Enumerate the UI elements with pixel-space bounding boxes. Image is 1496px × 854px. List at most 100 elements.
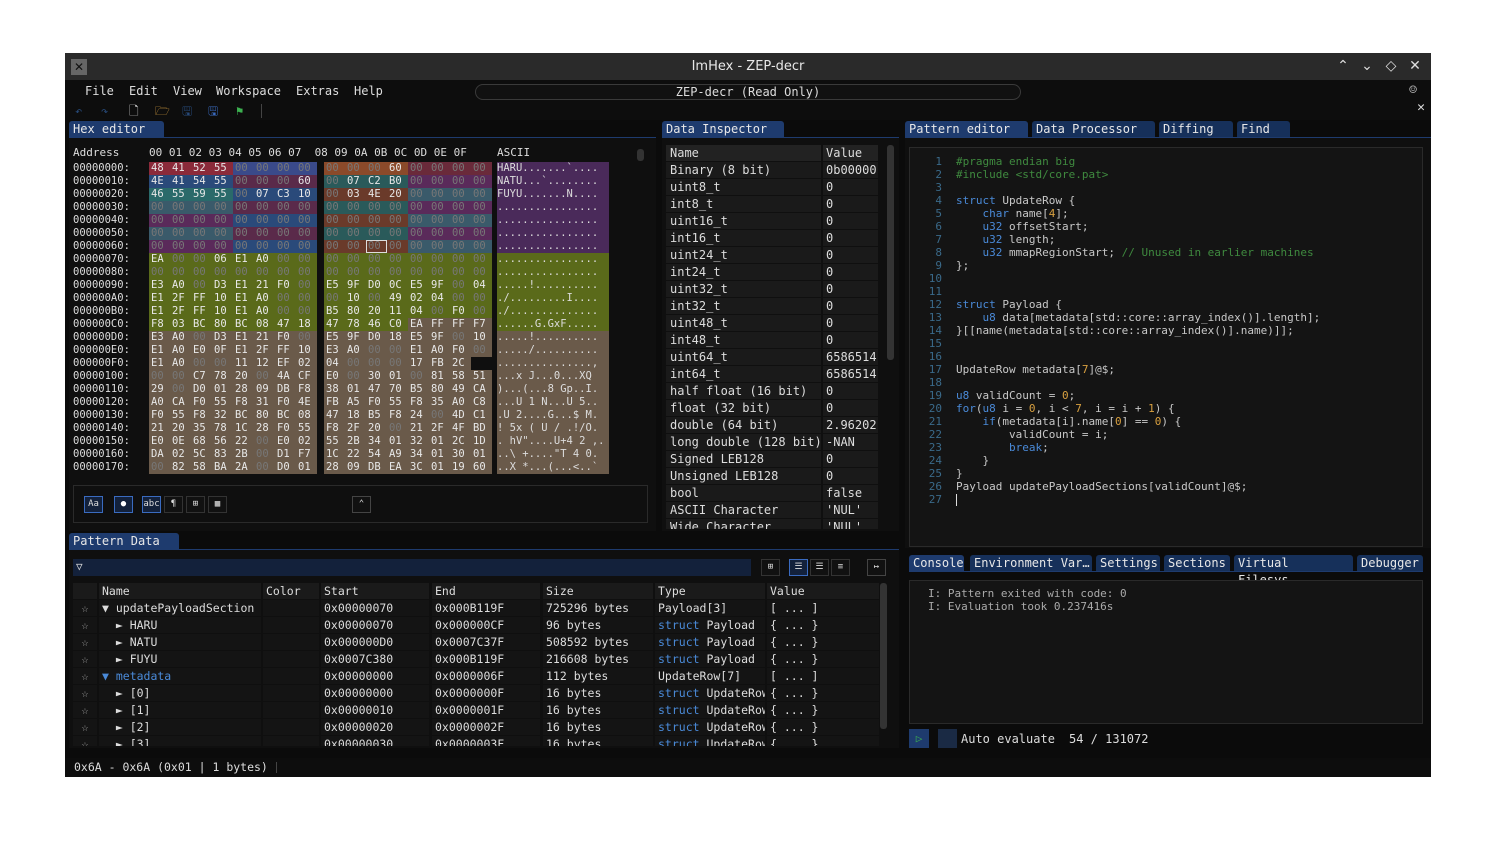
- hex-byte[interactable]: 00: [233, 175, 254, 188]
- pattern-row[interactable]: ☆ ▼ metadata 0x00000000 0x0000006F 112 bytes…: [73, 668, 879, 685]
- hex-byte[interactable]: 00: [191, 279, 212, 292]
- hex-byte[interactable]: 00: [408, 162, 429, 175]
- hex-byte[interactable]: 4E: [366, 188, 387, 201]
- run-icon[interactable]: ▷: [909, 729, 929, 748]
- hex-byte[interactable]: 00: [387, 357, 408, 370]
- hex-byte[interactable]: 20: [366, 422, 387, 435]
- hex-byte[interactable]: 00: [429, 240, 450, 253]
- hex-byte[interactable]: 00: [366, 253, 387, 266]
- hex-byte[interactable]: 00: [296, 201, 317, 214]
- menu-workspace[interactable]: Workspace: [216, 80, 281, 102]
- hex-byte[interactable]: 00: [387, 227, 408, 240]
- hex-byte[interactable]: 9F: [345, 279, 366, 292]
- tab-data-processor[interactable]: Data Processor: [1032, 121, 1155, 138]
- hex-byte[interactable]: A5: [345, 396, 366, 409]
- hex-byte[interactable]: 00: [408, 175, 429, 188]
- hex-byte[interactable]: F8: [233, 396, 254, 409]
- hex-byte[interactable]: 00: [366, 357, 387, 370]
- hex-byte[interactable]: 00: [191, 357, 212, 370]
- hex-byte[interactable]: 22: [345, 448, 366, 461]
- hex-byte[interactable]: 17: [408, 357, 429, 370]
- hex-byte[interactable]: 58: [450, 370, 471, 383]
- hex-byte[interactable]: D0: [366, 279, 387, 292]
- hex-byte[interactable]: F0: [275, 331, 296, 344]
- hex-byte[interactable]: FF: [429, 318, 450, 331]
- hex-byte[interactable]: 01: [429, 448, 450, 461]
- hex-byte[interactable]: 60: [471, 461, 492, 474]
- column-header[interactable]: End: [432, 583, 540, 599]
- hex-byte[interactable]: F8: [408, 396, 429, 409]
- hex-byte[interactable]: 32: [212, 409, 233, 422]
- paragraph-icon[interactable]: ¶: [164, 496, 183, 513]
- hex-byte[interactable]: 58: [191, 461, 212, 474]
- hex-byte[interactable]: 2A: [233, 461, 254, 474]
- hex-byte[interactable]: 2B: [345, 435, 366, 448]
- tab-sections[interactable]: Sections: [1164, 555, 1230, 572]
- hex-byte[interactable]: 11: [387, 305, 408, 318]
- hex-byte[interactable]: 00: [296, 292, 317, 305]
- inspector-row[interactable]: Wide Character 'NUL': [666, 519, 878, 529]
- hex-byte[interactable]: 08: [254, 318, 275, 331]
- hex-byte[interactable]: 00: [254, 461, 275, 474]
- hex-byte[interactable]: 07: [254, 188, 275, 201]
- hex-byte[interactable]: 00: [296, 214, 317, 227]
- hex-byte[interactable]: 00: [471, 214, 492, 227]
- pattern-row[interactable]: ☆ ► NATU 0x000000D0 0x0007C37F 508592 bytes…: [73, 634, 879, 651]
- hex-byte[interactable]: 00: [191, 227, 212, 240]
- pattern-row[interactable]: ☆ ► HARU 0x00000070 0x000000CF 96 bytes stru…: [73, 617, 879, 634]
- hex-byte[interactable]: 00: [387, 344, 408, 357]
- hex-byte[interactable]: E0: [275, 435, 296, 448]
- menu-file[interactable]: File: [85, 80, 114, 102]
- hex-byte[interactable]: A0: [254, 253, 275, 266]
- hex-byte[interactable]: B0: [387, 175, 408, 188]
- hex-byte[interactable]: FB: [429, 357, 450, 370]
- pattern-row[interactable]: ☆ ► [3] 0x00000030 0x0000003F 16 bytes struc…: [73, 736, 879, 746]
- inspector-row[interactable]: half float (16 bit) 0: [666, 383, 878, 400]
- hex-byte[interactable]: DA: [149, 448, 170, 461]
- collapse-up-icon[interactable]: ⌃: [352, 496, 371, 513]
- inspector-row[interactable]: double (64 bit) 2.96202: [666, 417, 878, 434]
- hex-byte[interactable]: 49: [387, 292, 408, 305]
- hex-byte[interactable]: 00: [429, 266, 450, 279]
- auto-evaluate-checkbox[interactable]: [938, 729, 957, 748]
- hex-byte[interactable]: 00: [345, 201, 366, 214]
- inspector-row[interactable]: uint64_t 6586514: [666, 349, 878, 366]
- hex-byte[interactable]: 00: [149, 370, 170, 383]
- hex-byte[interactable]: D1: [275, 448, 296, 461]
- pattern-row[interactable]: ☆ ► [2] 0x00000020 0x0000002F 16 bytes struc…: [73, 719, 879, 736]
- inspector-row[interactable]: uint24_t 0: [666, 247, 878, 264]
- hex-byte[interactable]: 00: [296, 162, 317, 175]
- hex-byte[interactable]: 10: [212, 292, 233, 305]
- hex-byte[interactable]: E0: [191, 344, 212, 357]
- tab-hex-editor[interactable]: Hex editor: [69, 121, 164, 138]
- hex-byte[interactable]: 09: [345, 461, 366, 474]
- hex-byte[interactable]: E5: [408, 279, 429, 292]
- hex-byte[interactable]: E1: [233, 253, 254, 266]
- inspector-row[interactable]: int32_t 0: [666, 298, 878, 315]
- hex-byte[interactable]: E3: [149, 331, 170, 344]
- hex-byte[interactable]: A0: [345, 344, 366, 357]
- hex-byte[interactable]: 00: [387, 201, 408, 214]
- tab-settings[interactable]: Settings: [1096, 555, 1160, 572]
- inspector-row[interactable]: int64_t 6586514: [666, 366, 878, 383]
- hex-byte[interactable]: 00: [233, 266, 254, 279]
- hex-byte[interactable]: F8: [324, 422, 345, 435]
- hex-byte[interactable]: 00: [296, 227, 317, 240]
- hex-byte[interactable]: 00: [366, 162, 387, 175]
- hex-byte[interactable]: 10: [471, 331, 492, 344]
- hex-byte[interactable]: 11: [233, 357, 254, 370]
- hex-byte[interactable]: 20: [233, 370, 254, 383]
- hex-byte[interactable]: 32: [408, 435, 429, 448]
- hex-byte[interactable]: 00: [450, 292, 471, 305]
- hex-byte[interactable]: 56: [212, 435, 233, 448]
- hex-byte[interactable]: 00: [345, 370, 366, 383]
- hex-byte[interactable]: 00: [387, 266, 408, 279]
- hex-byte[interactable]: 80: [254, 409, 275, 422]
- hex-byte[interactable]: 03: [345, 188, 366, 201]
- hex-byte[interactable]: B5: [324, 305, 345, 318]
- hex-byte[interactable]: 9F: [345, 331, 366, 344]
- hex-byte[interactable]: 20: [366, 305, 387, 318]
- hex-byte[interactable]: 2B: [233, 448, 254, 461]
- inspector-scrollbar[interactable]: [887, 145, 894, 360]
- hex-byte[interactable]: 01: [387, 435, 408, 448]
